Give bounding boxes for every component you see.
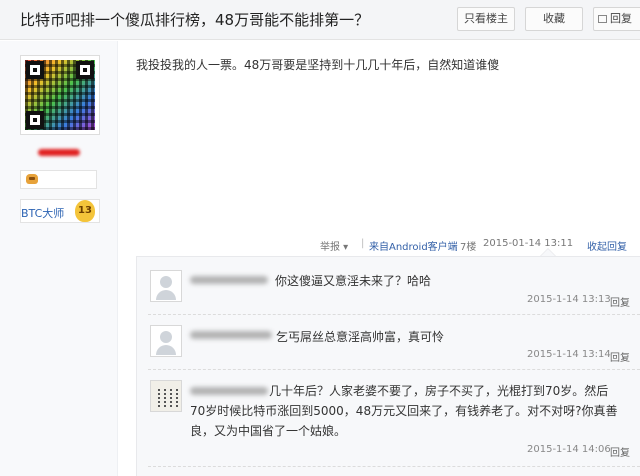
reply-icon [598, 15, 607, 23]
qr-finder-top-left [26, 61, 44, 79]
reply-button[interactable]: 回复 [593, 7, 640, 31]
comment-text: 你这傻逼又意淫未来了？哈哈 [275, 274, 432, 288]
user-sidebar: BTC大师 13 [0, 41, 118, 476]
calligraphy-stroke [164, 387, 166, 407]
comment-text-line3: 良，又为中国省了一个姑娘。 [190, 424, 347, 438]
qr-finder-top-right [76, 61, 94, 79]
game-badge[interactable] [20, 170, 97, 189]
level-badge-box[interactable]: BTC大师 13 [20, 199, 100, 223]
client-source-link[interactable]: 来自Android客户端 [369, 238, 458, 253]
comment-text-line1: 几十年后？人家老婆不要了，房子不买了，光棍打到70岁。然后 [269, 384, 609, 398]
comment-text: 乞丐屌丝总意淫高帅富，真可怜 [276, 330, 445, 344]
level-number-badge: 13 [75, 200, 95, 222]
avatar[interactable] [20, 55, 100, 135]
reply-button-label: 回复 [610, 12, 632, 25]
floor-number: 7楼 [460, 242, 477, 253]
only-op-button[interactable]: 只看楼主 [457, 7, 515, 31]
comment-divider [148, 466, 640, 467]
calligraphy-stroke [176, 387, 178, 407]
collapse-replies-link[interactable]: 收起回复 [587, 238, 627, 253]
comment-reply-link[interactable]: 回复 [610, 444, 630, 459]
level-name: BTC大师 [21, 207, 65, 220]
comment-avatar[interactable] [150, 270, 182, 302]
comment-avatar[interactable] [150, 380, 182, 412]
thread-title: 比特币吧排一个傻瓜排行榜，48万哥能不能排第一？ [20, 11, 370, 29]
post-content: 我投投我的人一票。48万哥要是坚持到十几几十年后，自然知道谁傻 [136, 58, 500, 72]
username-redacted [38, 149, 80, 156]
favorite-button[interactable]: 收藏 [525, 7, 583, 31]
comment-divider [148, 369, 640, 370]
report-link[interactable]: 举报 ▾ [320, 238, 348, 253]
thread-header: 比特币吧排一个傻瓜排行榜，48万哥能不能排第一？ 只看楼主 收藏 回复 [0, 0, 640, 40]
qr-finder-bottom-left [26, 111, 44, 129]
gamepad-icon [26, 174, 38, 184]
calligraphy-stroke [158, 387, 160, 407]
commenter-name-redacted [190, 387, 268, 395]
comment-time: 2015-1-14 14:06 [527, 444, 611, 455]
calligraphy-stroke [170, 387, 172, 407]
comment-reply-link[interactable]: 回复 [610, 294, 630, 309]
commenter-name-redacted [190, 276, 268, 284]
comment-box-arrow [540, 248, 556, 256]
post-date: 2015-01-14 13:11 [483, 238, 574, 249]
comment-time: 2015-1-14 13:14 [527, 349, 611, 360]
comment-reply-link[interactable]: 回复 [610, 349, 630, 364]
comment-time: 2015-1-14 13:13 [527, 294, 611, 305]
comment-list [136, 256, 640, 476]
comment-avatar[interactable] [150, 325, 182, 357]
comment-text-line2: 70岁时候比特币涨回到5000，48万元又回来了，有钱养老了。对不对呀?你真善 [190, 404, 618, 418]
comment-divider [148, 314, 640, 315]
meta-separator: | [361, 238, 365, 249]
commenter-name-redacted [190, 331, 272, 339]
